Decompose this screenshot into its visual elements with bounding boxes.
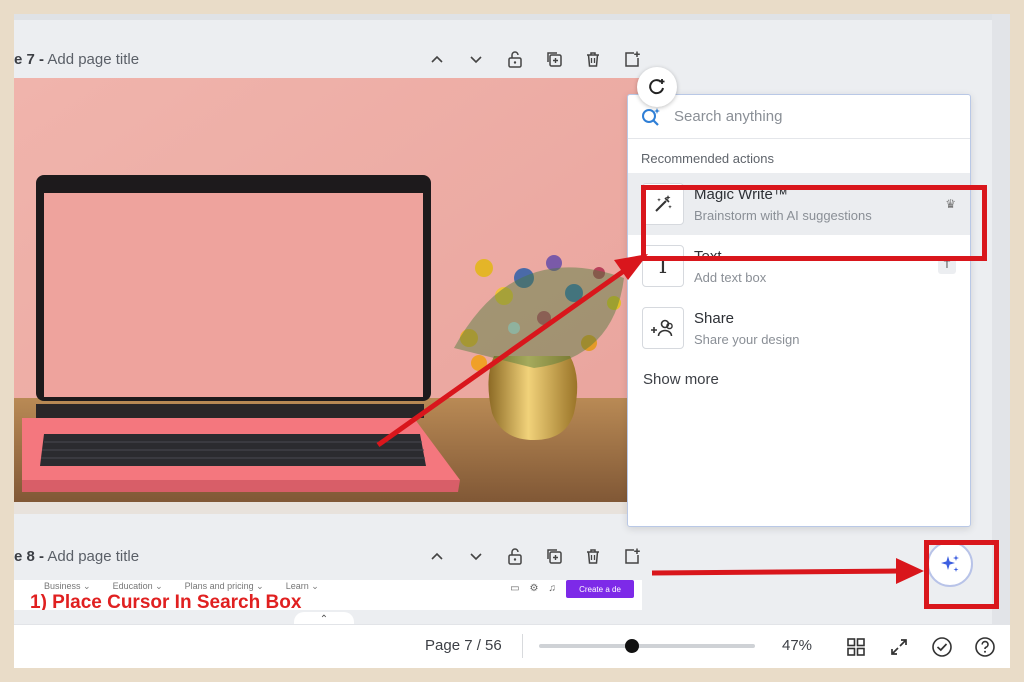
chevron-up-icon[interactable] <box>425 544 449 568</box>
add-page-icon[interactable] <box>620 544 644 568</box>
chevron-down-icon[interactable] <box>464 544 488 568</box>
action-title: Magic Write™ <box>694 185 788 203</box>
page-8-label: e 8 - Add page title <box>14 548 139 565</box>
action-share[interactable]: Share Share your design <box>628 297 970 359</box>
create-design-button: Create a de <box>566 580 634 598</box>
duplicate-icon[interactable] <box>542 47 566 71</box>
check-circle-icon[interactable] <box>930 635 954 659</box>
action-subtitle: Brainstorm with AI suggestions <box>694 207 872 223</box>
page-7-number: e 7 - <box>14 50 45 68</box>
sparkle-icon <box>941 555 959 572</box>
page-8-heading: 1) Place Cursor In Search Box <box>30 592 302 610</box>
refresh-button[interactable] <box>637 67 677 107</box>
page-8-number: e 8 - <box>14 547 45 565</box>
zoom-level[interactable]: 47% <box>782 637 812 654</box>
fullscreen-icon[interactable] <box>887 635 911 659</box>
add-page-icon[interactable] <box>620 47 644 71</box>
nav-item: Plans and pricing ⌄ <box>184 581 264 591</box>
magic-search-icon <box>642 107 660 126</box>
chevron-up-icon: ⌃ <box>319 613 329 625</box>
top-strip <box>14 14 994 20</box>
page-7-header: e 7 - Add page title <box>14 41 644 77</box>
laptop-flowers-photo <box>14 78 642 514</box>
page-indicator[interactable]: Page 7 / 56 <box>425 637 502 654</box>
page-7-canvas[interactable] <box>14 78 642 514</box>
crown-icon: ♛ <box>945 197 956 211</box>
text-T-icon: T <box>642 245 684 287</box>
lock-icon[interactable] <box>503 47 527 71</box>
page-8-mini-icons: ▭ ⚙ ♫ <box>510 583 556 594</box>
help-icon[interactable] <box>973 635 997 659</box>
nav-item: Education ⌄ <box>112 581 163 591</box>
zoom-slider[interactable] <box>539 639 755 653</box>
divider <box>522 634 523 658</box>
share-people-icon <box>642 307 684 349</box>
nav-item: Business ⌄ <box>44 581 91 591</box>
keyboard-shortcut-badge: T <box>938 256 956 274</box>
nav-item: Learn ⌄ <box>285 581 319 591</box>
page-7-tools <box>425 41 644 77</box>
search-input[interactable]: Search anything <box>674 108 782 125</box>
action-text[interactable]: T Text Add text box T <box>628 235 970 297</box>
duplicate-icon[interactable] <box>542 544 566 568</box>
refresh-icon <box>649 79 665 95</box>
action-title: Text <box>694 247 722 265</box>
magic-wand-icon <box>642 183 684 225</box>
page-8-canvas[interactable]: Business ⌄ Education ⌄ Plans and pricing… <box>14 580 642 610</box>
action-magic-write[interactable]: Magic Write™ Brainstorm with AI suggesti… <box>628 173 970 235</box>
chevron-up-icon[interactable] <box>425 47 449 71</box>
action-subtitle: Share your design <box>694 331 800 347</box>
grid-view-icon[interactable] <box>844 635 868 659</box>
trash-icon[interactable] <box>581 544 605 568</box>
bottom-toolbar: Page 7 / 56 47% <box>14 624 1010 668</box>
chevron-down-icon[interactable] <box>464 47 488 71</box>
show-more-link[interactable]: Show more <box>628 359 970 388</box>
page-8-header: e 8 - Add page title <box>14 538 644 574</box>
bell-icon: ♫ <box>548 583 557 594</box>
section-title: Recommended actions <box>641 151 774 166</box>
action-title: Share <box>694 309 735 327</box>
page-7-title-input[interactable]: Add page title <box>47 51 139 68</box>
search-bar[interactable]: Search anything <box>628 95 970 139</box>
trash-icon[interactable] <box>581 47 605 71</box>
page-8-title-input[interactable]: Add page title <box>47 548 139 565</box>
gear-icon: ⚙ <box>529 583 539 594</box>
magic-action-button[interactable] <box>927 541 973 587</box>
printer-icon: ▭ <box>510 583 520 594</box>
page-8-tools <box>425 538 644 574</box>
zoom-slider-knob[interactable] <box>624 639 639 653</box>
right-scroll-column <box>992 14 1010 624</box>
lock-icon[interactable] <box>503 544 527 568</box>
magic-search-panel: Search anything Recommended actions Magi… <box>627 94 971 527</box>
page-7-label: e 7 - Add page title <box>14 51 139 68</box>
action-subtitle: Add text box <box>694 269 767 285</box>
